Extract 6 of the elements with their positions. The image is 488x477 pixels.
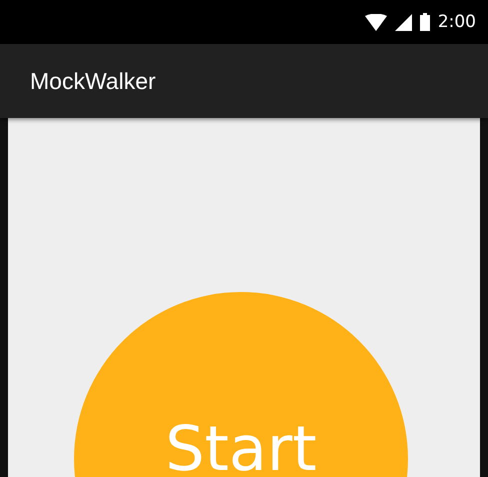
wifi-icon [364,14,387,30]
signal-icon [394,14,412,30]
app-title: MockWalker [30,68,156,94]
battery-icon [420,13,430,31]
status-time: 2:00 [438,12,476,32]
start-button[interactable]: Start [74,292,408,477]
